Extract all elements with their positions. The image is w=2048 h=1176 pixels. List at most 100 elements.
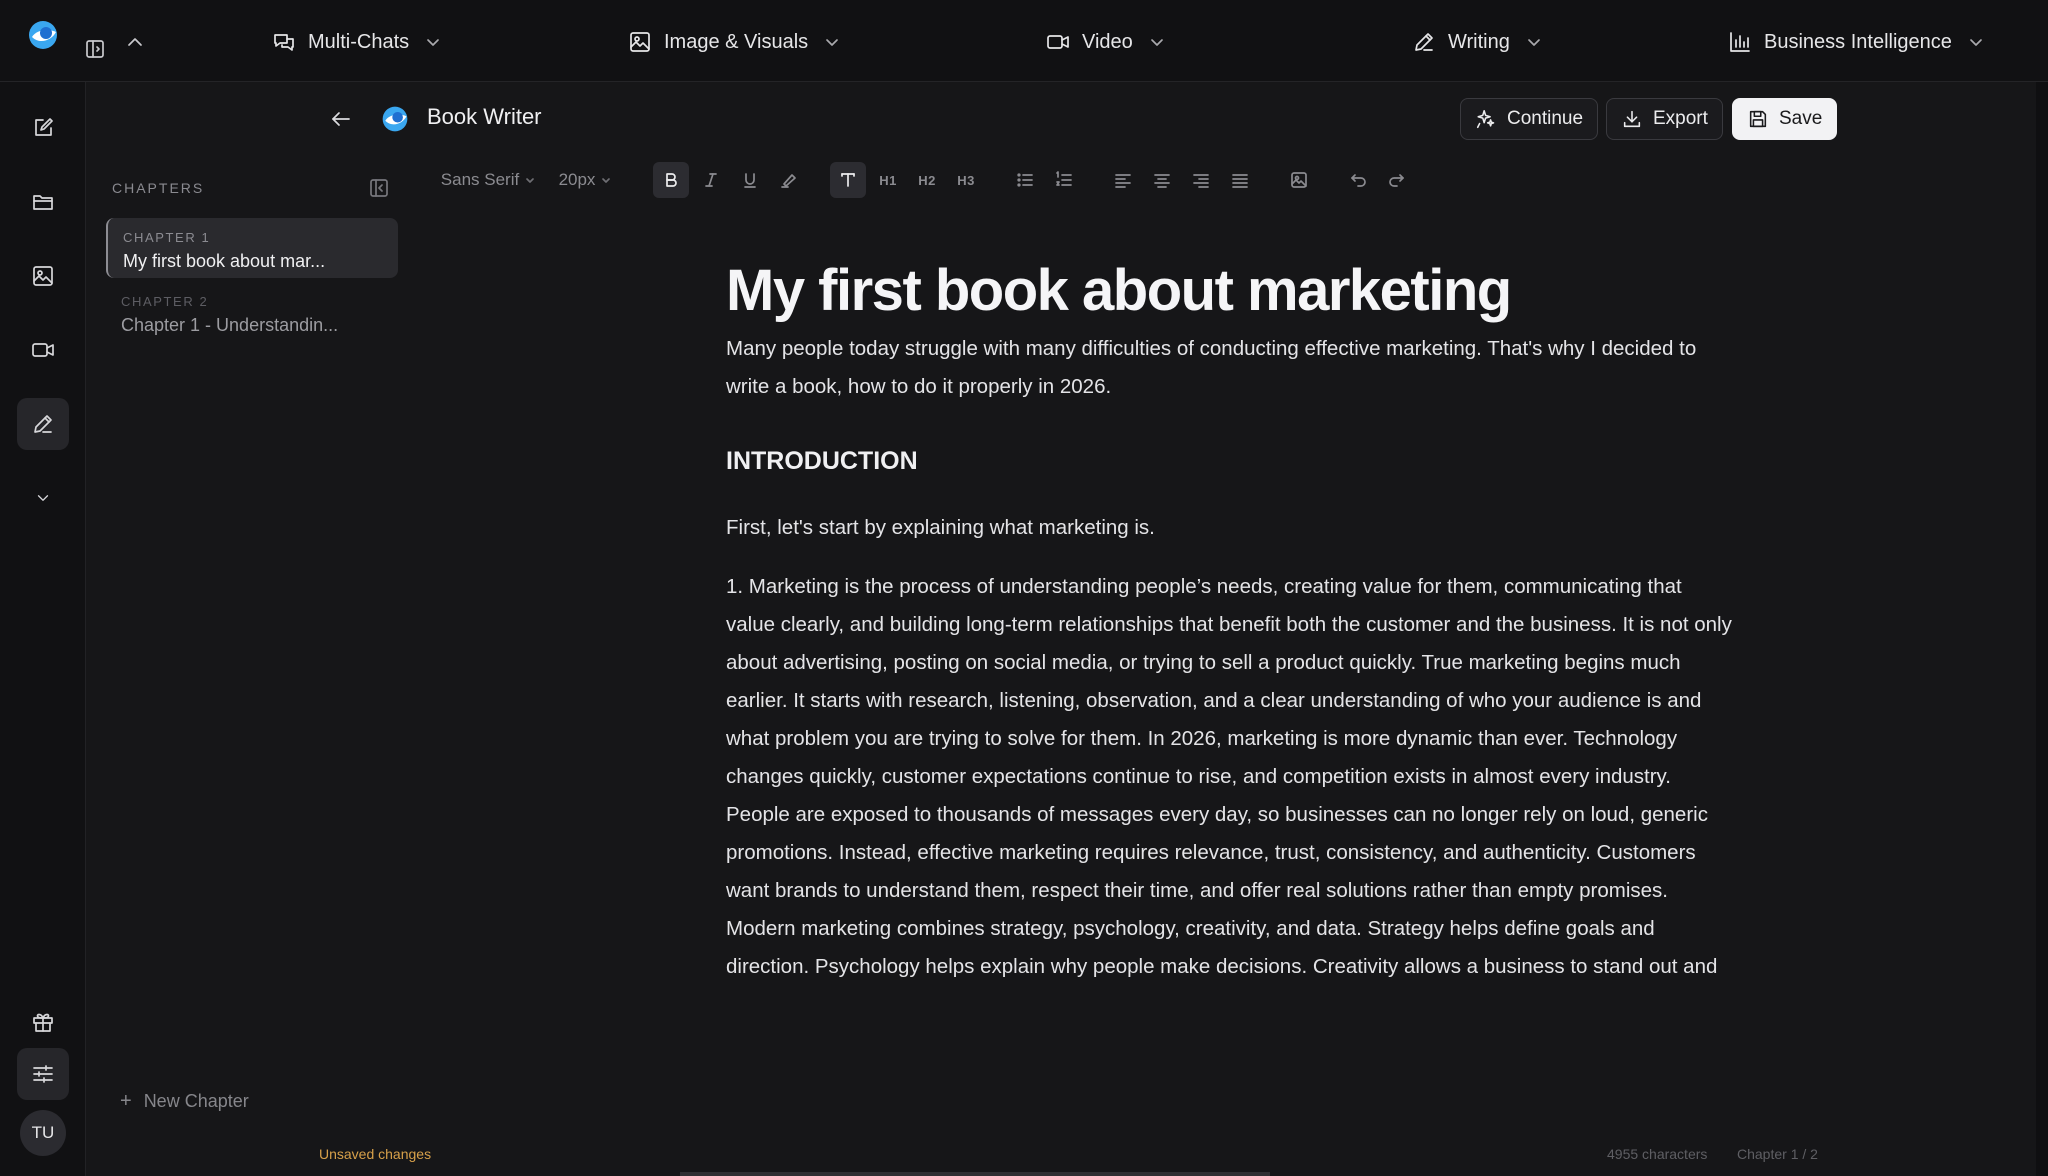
new-chapter-label: New Chapter <box>143 1091 249 1111</box>
rail-writing-button[interactable] <box>17 398 69 450</box>
formatting-toolbar: Sans Serif 20px H1 H2 H3 <box>420 162 1420 198</box>
right-scrollbar[interactable] <box>2036 82 2048 1176</box>
bold-button[interactable] <box>653 162 689 198</box>
pen-icon <box>31 412 55 436</box>
app-logo-icon[interactable] <box>26 18 60 52</box>
bullet-list-icon <box>1015 170 1035 190</box>
bold-icon <box>661 170 681 190</box>
highlighter-icon <box>779 170 799 190</box>
intro-paragraph: Many people today struggle with many dif… <box>726 337 1697 398</box>
body-paragraph: 1. Marketing is the process of understan… <box>726 575 1732 978</box>
avatar[interactable]: TU <box>20 1110 66 1156</box>
nav-label: Multi-Chats <box>308 30 410 53</box>
editor-content[interactable]: My first book about marketing Many peopl… <box>726 258 1736 986</box>
chapter-item-1[interactable]: CHAPTER 1 My first book about mar... <box>106 218 398 278</box>
left-rail <box>0 82 86 1176</box>
page-title: Book Writer <box>427 104 542 129</box>
chat-bubbles-icon <box>272 30 296 54</box>
redo-button[interactable] <box>1379 162 1415 198</box>
chevron-down-icon <box>34 489 52 507</box>
sparkles-icon <box>1475 108 1497 130</box>
save-button[interactable]: Save <box>1732 98 1838 140</box>
undo-icon <box>1348 170 1368 190</box>
highlight-button[interactable] <box>771 162 807 198</box>
panel-collapse-icon[interactable] <box>368 177 390 199</box>
export-label: Export <box>1653 108 1708 129</box>
edit-icon <box>31 116 55 140</box>
nav-label: Business Intelligence <box>1764 30 1952 53</box>
collapse-up-icon[interactable] <box>124 31 146 53</box>
rail-image-button[interactable] <box>17 250 69 302</box>
underline-icon <box>740 170 760 190</box>
undo-button[interactable] <box>1340 162 1376 198</box>
redo-icon <box>1387 170 1407 190</box>
chevron-down-icon <box>421 34 441 50</box>
save-icon <box>1747 108 1769 130</box>
chapter-number: CHAPTER 1 <box>123 230 211 245</box>
heading-2-button[interactable]: H2 <box>909 162 945 198</box>
align-right-button[interactable] <box>1183 162 1219 198</box>
underline-button[interactable] <box>732 162 768 198</box>
nav-business-intelligence[interactable]: Business Intelligence <box>1728 26 1984 58</box>
font-size-value: 20px <box>558 170 596 189</box>
bar-chart-icon <box>1728 30 1752 54</box>
chevron-down-icon <box>595 175 611 185</box>
italic-button[interactable] <box>693 162 729 198</box>
rail-video-button[interactable] <box>17 324 69 376</box>
chevron-down-icon <box>519 175 535 185</box>
align-justify-button[interactable] <box>1222 162 1258 198</box>
rail-folder-button[interactable] <box>17 176 69 228</box>
sidebar-toggle-icon[interactable] <box>84 38 106 60</box>
folder-icon <box>31 190 55 214</box>
nav-video[interactable]: Video <box>1046 26 1165 58</box>
nav-image-visuals[interactable]: Image & Visuals <box>628 26 840 58</box>
align-justify-icon <box>1230 170 1250 190</box>
image-icon <box>1289 170 1309 190</box>
new-chapter-button[interactable]: + New Chapter <box>120 1090 249 1113</box>
chapter-title: My first book about mar... <box>123 251 326 271</box>
nav-multi-chats[interactable]: Multi-Chats <box>272 26 441 58</box>
doc-logo-icon <box>380 104 410 134</box>
pen-icon <box>1412 30 1436 54</box>
font-family-value: Sans Serif <box>440 170 520 189</box>
chapters-heading: CHAPTERS <box>112 180 205 196</box>
image-icon <box>31 264 55 288</box>
bullet-list-button[interactable] <box>1007 162 1043 198</box>
align-center-icon <box>1152 170 1172 190</box>
heading-3-button[interactable]: H3 <box>948 162 984 198</box>
character-count: 4955 characters <box>1607 1146 1708 1162</box>
numbered-list-button[interactable] <box>1046 162 1082 198</box>
align-left-button[interactable] <box>1105 162 1141 198</box>
continue-button[interactable]: Continue <box>1460 98 1599 140</box>
chevron-down-icon <box>1964 34 1984 50</box>
chevron-down-icon <box>820 34 840 50</box>
text-style-button[interactable] <box>830 162 866 198</box>
top-bar: Multi-Chats Image & Visuals Video Writin… <box>0 0 2048 82</box>
numbered-list-icon <box>1054 170 1074 190</box>
plus-icon: + <box>120 1090 132 1112</box>
chapter-item-2[interactable]: CHAPTER 2 Chapter 1 - Understandin... <box>106 282 398 342</box>
rail-more-button[interactable] <box>17 472 69 524</box>
rail-settings-button[interactable] <box>17 1048 69 1100</box>
document-heading: My first book about marketing <box>726 258 1512 323</box>
chevron-down-icon <box>1145 34 1165 50</box>
font-family-select[interactable]: Sans Serif <box>436 162 540 198</box>
continue-label: Continue <box>1507 108 1584 129</box>
font-size-select[interactable]: 20px <box>554 162 616 198</box>
paragraph: First, let's start by explaining what ma… <box>726 516 1155 539</box>
back-arrow-icon[interactable] <box>328 106 354 132</box>
align-center-button[interactable] <box>1144 162 1180 198</box>
insert-image-button[interactable] <box>1281 162 1317 198</box>
download-icon <box>1621 108 1643 130</box>
export-button[interactable]: Export <box>1606 98 1723 140</box>
nav-writing[interactable]: Writing <box>1412 26 1542 58</box>
chapter-title: Chapter 1 - Understandin... <box>121 315 339 335</box>
save-label: Save <box>1779 108 1823 129</box>
video-icon <box>31 338 55 362</box>
chapter-number: CHAPTER 2 <box>121 294 209 309</box>
scroll-indicator[interactable] <box>680 1172 1270 1176</box>
rail-edit-button[interactable] <box>17 102 69 154</box>
rail-gift-button[interactable] <box>17 996 69 1048</box>
heading-1-button[interactable]: H1 <box>870 162 906 198</box>
image-icon <box>628 30 652 54</box>
